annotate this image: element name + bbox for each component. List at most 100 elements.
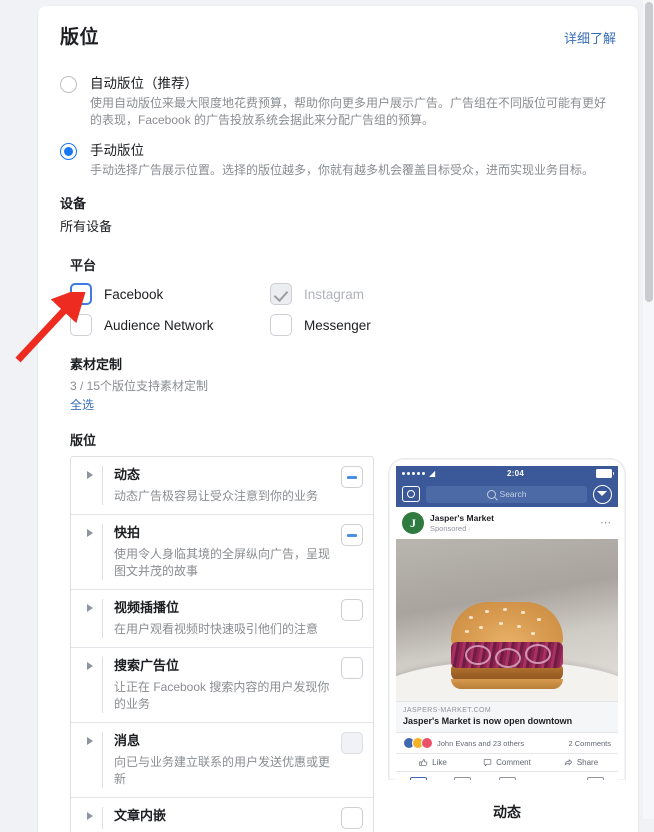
divider: [102, 599, 103, 638]
placement-description: 在用户观看视频时快速吸引他们的注意: [114, 622, 319, 636]
platform-section-title: 平台: [70, 258, 97, 273]
signal-dot-icon: [417, 472, 420, 475]
placement-name: 消息: [114, 733, 141, 748]
nav-news-feed[interactable]: [396, 777, 440, 780]
nav-video[interactable]: [440, 777, 484, 780]
radio-automatic-indicator[interactable]: [60, 76, 77, 93]
list-item[interactable]: 动态 动态广告极容易让受众注意到你的业务: [71, 457, 373, 515]
status-time: 2:04: [506, 469, 525, 478]
share-label: Share: [576, 758, 599, 767]
more-options-icon[interactable]: ⋯: [600, 518, 612, 529]
platform-item-messenger[interactable]: Messenger: [270, 314, 470, 336]
comment-label: Comment: [496, 758, 531, 767]
checkbox-placement-stories[interactable]: [341, 524, 363, 546]
wifi-icon: ◢: [429, 468, 436, 478]
nav-menu[interactable]: [574, 777, 618, 780]
share-button[interactable]: Share: [544, 758, 618, 767]
radio-manual-label: 手动版位: [90, 143, 144, 158]
chevron-right-icon[interactable]: [87, 529, 93, 537]
checkbox-audience-network[interactable]: [70, 314, 92, 336]
placement-description: 让正在 Facebook 搜索内容的用户发现你的业务: [114, 680, 330, 711]
nav-notifications[interactable]: [529, 777, 573, 780]
phone-nav-bar: [396, 771, 618, 780]
chevron-right-icon[interactable]: [87, 737, 93, 745]
platform-item-facebook[interactable]: Facebook: [70, 283, 270, 305]
placements-and-preview: 动态 动态广告极容易让受众注意到你的业务 快拍 使用令人身临其境的全屏纵向广告，…: [70, 456, 626, 832]
search-placeholder: Search: [499, 489, 527, 499]
creative-customization-title: 素材定制: [70, 357, 123, 372]
chevron-right-icon[interactable]: [87, 604, 93, 612]
platform-label-instagram: Instagram: [304, 286, 365, 302]
link-attachment[interactable]: JASPERS-MARKET.COM Jasper's Market is no…: [396, 701, 618, 732]
camera-icon[interactable]: [402, 486, 420, 502]
video-icon: [454, 777, 472, 780]
checkbox-placement-messages: [341, 732, 363, 754]
thumbs-up-icon: [419, 759, 428, 766]
signal-dot-icon: [402, 472, 405, 475]
placement-description: 动态广告极容易让受众注意到你的业务: [114, 489, 319, 503]
learn-more-link[interactable]: 详细了解: [564, 28, 616, 47]
bun-top: [451, 602, 563, 646]
divider: [102, 807, 103, 829]
search-input[interactable]: Search: [426, 485, 587, 503]
list-item[interactable]: 快拍 使用令人身临其境的全屏纵向广告，呈现图文并茂的故事: [71, 515, 373, 590]
select-all-link[interactable]: 全选: [70, 396, 94, 413]
chevron-right-icon[interactable]: [87, 662, 93, 670]
radio-option-automatic[interactable]: 自动版位（推荐） 使用自动版位来最大限度地花费预算，帮助你向更多用户展示广告。广…: [60, 75, 616, 129]
slaw-layer: [451, 642, 563, 668]
platform-checkbox-grid: Facebook Instagram Audience Network Mess…: [70, 283, 616, 336]
like-button[interactable]: Like: [396, 758, 470, 767]
nav-marketplace[interactable]: [485, 777, 529, 780]
list-item[interactable]: 文章内嵌: [71, 798, 373, 832]
placement-name: 视频插播位: [114, 600, 180, 615]
placement-name: 动态: [114, 467, 141, 482]
checkbox-placement-search[interactable]: [341, 657, 363, 679]
radio-option-manual[interactable]: 手动版位 手动选择广告展示位置。选择的版位越多，你就有越多机会覆盖目标受众，进而…: [60, 142, 616, 179]
device-section-title: 设备: [60, 196, 87, 211]
radio-automatic-label: 自动版位（推荐）: [90, 76, 198, 91]
platform-item-instagram[interactable]: Instagram: [270, 283, 470, 305]
phone-mockup: ◢ 2:04 Search J Jasper's Market Sponsore…: [388, 458, 626, 780]
menu-icon: [587, 777, 605, 780]
platform-item-audience-network[interactable]: Audience Network: [70, 314, 270, 336]
chevron-right-icon[interactable]: [87, 471, 93, 479]
scrollbar-thumb[interactable]: [645, 2, 653, 302]
comment-bubble-icon: [483, 759, 492, 767]
placement-description: 向已与业务建立联系的用户发送优惠或更新: [114, 755, 331, 786]
battery-icon: [596, 469, 614, 478]
post-actions: Like Comment Share: [396, 753, 618, 771]
ad-preview: ◢ 2:04 Search J Jasper's Market Sponsore…: [388, 456, 626, 822]
creative-customization-count: 3 / 15个版位支持素材定制: [70, 379, 209, 393]
list-item[interactable]: 搜索广告位 让正在 Facebook 搜索内容的用户发现你的业务: [71, 648, 373, 723]
link-title: Jasper's Market is now open downtown: [403, 716, 573, 726]
scrollbar-track[interactable]: [643, 0, 654, 819]
signal-dot-icon: [422, 472, 425, 475]
signal-dot-icon: [412, 472, 415, 475]
checkbox-facebook[interactable]: [70, 283, 92, 305]
phone-search-bar: Search: [396, 481, 618, 507]
sponsored-label: Sponsored ·: [430, 524, 471, 533]
checkbox-messenger[interactable]: [270, 314, 292, 336]
comment-button[interactable]: Comment: [470, 758, 544, 767]
placements-list-title: 版位: [70, 433, 97, 448]
placement-name: 文章内嵌: [114, 808, 167, 823]
placement-mode-radio-group: 自动版位（推荐） 使用自动版位来最大限度地花费预算，帮助你向更多用户展示广告。广…: [60, 75, 616, 179]
checkbox-placement-in-stream-video[interactable]: [341, 599, 363, 621]
news-feed-icon: [409, 777, 427, 780]
phone-status-bar: ◢ 2:04: [396, 466, 618, 481]
placement-list: 动态 动态广告极容易让受众注意到你的业务 快拍 使用令人身临其境的全屏纵向广告，…: [70, 456, 374, 832]
platform-section: 平台 Facebook Instagram Audience Network M…: [60, 255, 626, 832]
checkbox-placement-feeds[interactable]: [341, 466, 363, 488]
divider: [102, 524, 103, 580]
preview-placement-label: 动态: [493, 804, 521, 820]
burger-illustration: [451, 602, 563, 689]
messenger-icon[interactable]: [593, 484, 612, 504]
love-reaction-icon: [421, 737, 433, 749]
checkbox-placement-in-article[interactable]: [341, 807, 363, 829]
list-item[interactable]: 视频插播位 在用户观看视频时快速吸引他们的注意: [71, 590, 373, 648]
radio-manual-indicator[interactable]: [60, 143, 77, 160]
link-domain: JASPERS-MARKET.COM: [403, 707, 492, 714]
device-value[interactable]: 所有设备: [60, 216, 616, 235]
list-item[interactable]: 消息 向已与业务建立联系的用户发送优惠或更新: [71, 723, 373, 798]
comments-count[interactable]: 2 Comments: [568, 739, 611, 748]
